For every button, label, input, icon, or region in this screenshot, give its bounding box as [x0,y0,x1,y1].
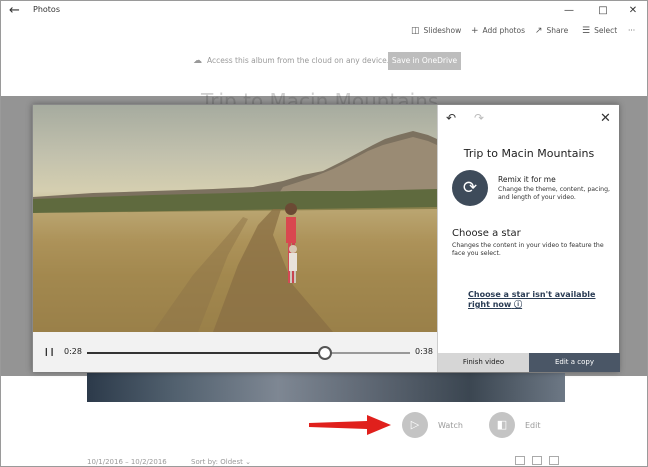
current-time: 0:28 [64,347,82,356]
view-large-icon[interactable] [515,456,525,465]
sort-value: Oldest [220,458,243,466]
finish-video-button[interactable]: Finish video [438,353,529,372]
remix-title[interactable]: Remix it for me [498,175,556,184]
select-button[interactable]: ☰ Select [582,26,617,36]
seek-bar-fill [87,352,326,354]
sort-label: Sort by: [191,458,219,466]
edit-label[interactable]: Edit [525,421,541,430]
play-icon: ▷ [410,418,420,431]
view-small-icon[interactable] [549,456,559,465]
photos-window: ← Photos — □ ✕ ◫ Slideshow + Add photos ↗ S… [0,0,648,467]
slideshow-label: Slideshow [423,26,462,35]
remix-button[interactable]: ⟳ [452,170,488,206]
add-photos-button[interactable]: + Add photos [471,26,525,36]
share-label: Share [546,26,569,35]
close-icon[interactable]: ✕ [600,111,611,126]
select-icon: ☰ [582,26,591,36]
edit-video-icon: ◧ [496,418,508,431]
date-range: 10/1/2016 – 10/2/2016 [87,458,167,466]
choose-star-title: Choose a star [452,228,521,239]
seek-bar[interactable] [87,346,410,360]
share-icon: ↗ [535,26,543,36]
undo-icon[interactable]: ↶ [446,111,456,125]
cloud-notice-text: Access this album from the cloud on any … [207,56,390,65]
more-options-button[interactable]: ··· [628,26,635,35]
maximize-button[interactable]: □ [591,2,615,20]
app-title: Photos [33,5,60,14]
share-button[interactable]: ↗ Share [535,26,568,36]
sort-dropdown[interactable]: Sort by: Oldest ⌄ [191,458,251,466]
watch-button[interactable]: ▷ [402,412,428,438]
remix-description: Change the theme, content, pacing, and l… [498,186,610,201]
close-window-button[interactable]: ✕ [621,2,645,20]
video-remix-dialog: ❙❙ 0:28 0:38 ↶ ↷ ✕ Trip to Macin Mountai… [32,104,620,372]
add-photos-label: Add photos [482,26,525,35]
cloud-icon: ☁ [193,56,202,66]
command-bar: ◫ Slideshow + Add photos ↗ Share ☰ Select ··… [1,23,647,43]
panel-title: Trip to Macin Mountains [463,147,595,160]
choose-star-description: Changes the content in your video to fea… [452,242,604,257]
redo-icon[interactable]: ↷ [474,111,484,125]
slideshow-icon: ◫ [411,26,420,36]
select-label: Select [594,26,618,35]
view-grid-icon[interactable] [532,456,542,465]
end-time: 0:38 [415,347,433,356]
watch-label[interactable]: Watch [438,421,463,430]
title-bar: ← Photos — □ ✕ [1,1,647,21]
back-arrow-icon[interactable]: ← [9,3,20,18]
video-preview[interactable] [33,105,437,332]
album-cover-image [87,373,565,402]
edit-a-copy-button[interactable]: Edit a copy [529,353,620,372]
remix-panel: ↶ ↷ ✕ Trip to Macin Mountains ⟳ Remix it… [437,105,620,372]
chevron-down-icon: ⌄ [245,458,251,466]
landscape-image [33,131,437,332]
choose-star-link-text: Choose a star isn't available right now [468,290,596,309]
info-icon: ⓘ [514,300,523,309]
save-in-onedrive-button[interactable]: Save in OneDrive [388,52,461,70]
player-controls: ❙❙ 0:28 0:38 [33,332,437,372]
slideshow-button[interactable]: ◫ Slideshow [411,26,461,36]
plus-icon: + [471,26,479,36]
cloud-notice: ☁ Access this album from the cloud on any… [193,56,389,66]
minimize-button[interactable]: — [557,2,581,20]
pause-icon[interactable]: ❙❙ [43,347,55,356]
seek-thumb[interactable] [318,346,333,360]
red-arrow-icon [309,415,391,435]
refresh-icon: ⟳ [462,178,478,198]
edit-button[interactable]: ◧ [489,412,515,438]
choose-star-link[interactable]: Choose a star isn't available right now … [468,290,608,310]
